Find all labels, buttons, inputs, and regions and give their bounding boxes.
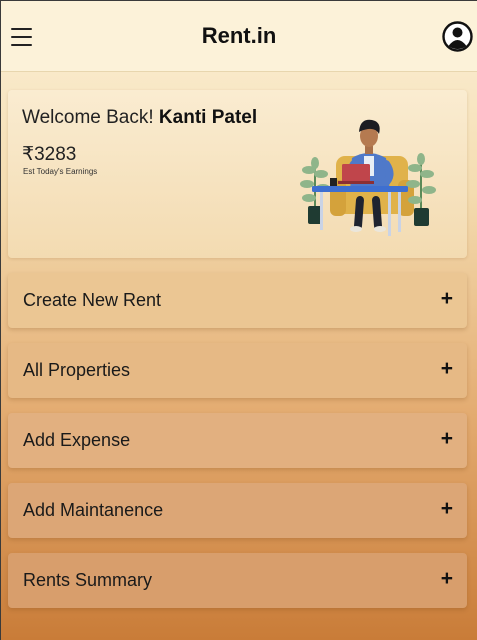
earnings-label: Est Today's Earnings: [23, 167, 98, 176]
plus-icon[interactable]: +: [441, 427, 453, 451]
action-rents-summary[interactable]: Rents Summary +: [8, 553, 467, 608]
action-all-properties[interactable]: All Properties +: [8, 343, 467, 398]
greeting-text: Welcome Back!: [22, 107, 154, 128]
plus-icon[interactable]: +: [441, 287, 453, 311]
welcome-message: Welcome Back! Kanti Patel: [22, 107, 257, 129]
plus-icon[interactable]: +: [441, 497, 453, 521]
app-header: Rent.in: [1, 1, 477, 72]
action-label: Rents Summary: [23, 570, 153, 590]
action-add-maintenance[interactable]: Add Maintanence +: [8, 483, 467, 538]
plus-icon[interactable]: +: [441, 567, 453, 591]
user-name: Kanti Patel: [158, 107, 258, 128]
person-at-desk-illustration: [290, 108, 440, 244]
earnings-value: ₹3283: [22, 144, 77, 165]
action-create-new-rent[interactable]: Create New Rent +: [8, 273, 467, 328]
action-add-expense[interactable]: Add Expense +: [8, 413, 467, 468]
welcome-card: Welcome Back! Kanti Patel ₹3283 Est Toda…: [8, 90, 467, 258]
user-circle-icon[interactable]: [442, 21, 473, 52]
action-label: Add Expense: [23, 430, 131, 450]
action-label: Add Maintanence: [23, 500, 164, 520]
app-title: Rent.in: [201, 23, 277, 48]
plus-icon[interactable]: +: [441, 357, 453, 381]
action-label: Create New Rent: [23, 290, 162, 310]
action-label: All Properties: [23, 360, 131, 380]
